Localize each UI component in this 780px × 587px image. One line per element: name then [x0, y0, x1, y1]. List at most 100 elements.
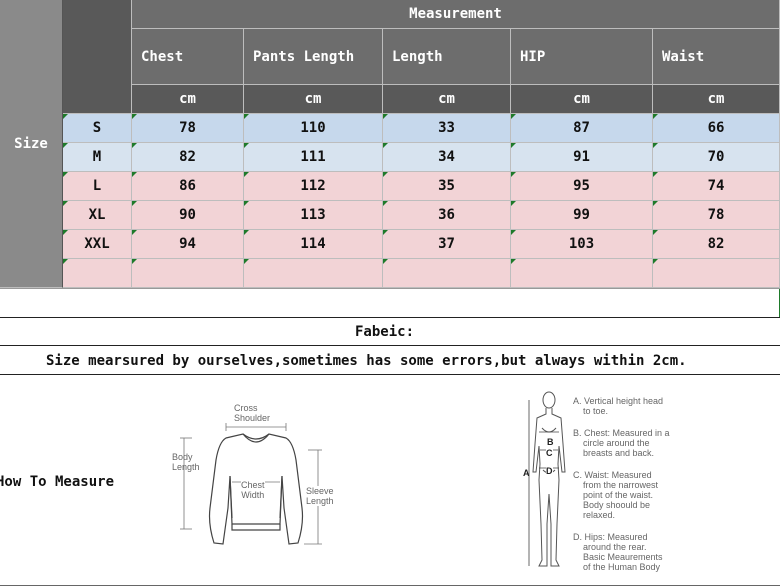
measurement-note: Size mearsured by ourselves,sometimes ha… [46, 353, 687, 369]
empty-band [0, 289, 780, 317]
marker-d: D [546, 466, 553, 476]
value-cell-text: 37 [438, 236, 455, 252]
column-header: Waist [653, 29, 780, 85]
size-cell-text: S [92, 120, 102, 136]
value-cell-text: 94 [179, 236, 196, 252]
value-cell: 82 [653, 230, 780, 259]
column-header: Length [383, 29, 511, 85]
value-cell: 37 [383, 230, 511, 259]
size-cell-text: M [92, 149, 102, 165]
cross-shoulder-label: Cross Shoulder [234, 403, 271, 423]
unit-cell: cm [653, 85, 780, 114]
note-a: A. Vertical height head to toe. [573, 396, 664, 416]
value-cell-text: 82 [707, 236, 725, 252]
size-cell-text: XXL [84, 236, 110, 252]
measurement-label: Measurement [409, 6, 502, 22]
note-d: D. Hips: Measured around the rear. Basic… [573, 532, 663, 572]
value-cell: 78 [132, 114, 244, 143]
value-cell-text: 82 [179, 149, 196, 165]
unit-cell-text: cm [438, 91, 455, 107]
value-cell: 112 [244, 172, 383, 201]
size-label: Size [14, 135, 48, 152]
column-header-text: Pants Length [253, 48, 355, 65]
value-cell-text: 91 [573, 149, 590, 165]
value-cell: 99 [511, 201, 653, 230]
value-cell: 103 [511, 230, 653, 259]
value-cell-text: 90 [179, 207, 196, 223]
size-cell-text: XL [88, 207, 106, 223]
value-cell-text: 66 [707, 120, 725, 136]
value-cell: 114 [244, 230, 383, 259]
size-cell: XXL [63, 230, 132, 259]
marker-a: A [523, 468, 530, 478]
column-header: Pants Length [244, 29, 383, 85]
unit-cell-text: cm [707, 91, 725, 107]
value-cell: 66 [653, 114, 780, 143]
value-cell: 110 [244, 114, 383, 143]
value-cell-text: 33 [438, 120, 455, 136]
value-cell-text: 87 [573, 120, 590, 136]
value-cell [383, 259, 511, 288]
value-cell-text: 114 [300, 236, 326, 252]
value-cell [511, 259, 653, 288]
unit-cell-text: cm [573, 91, 590, 107]
sleeve-length-label: Sleeve Length [306, 486, 334, 506]
column-header: Chest [132, 29, 244, 85]
size-cell-text: L [92, 178, 102, 194]
how-to-measure-label: How To Measure [0, 474, 115, 490]
column-header-text: HIP [520, 48, 546, 65]
note-c: C. Waist: Measured from the narrowest po… [573, 470, 659, 520]
column-header-text: Chest [141, 48, 184, 65]
value-cell-text: 86 [179, 178, 196, 194]
divider-3 [0, 345, 780, 346]
value-cell-text: 99 [573, 207, 590, 223]
value-cell: 113 [244, 201, 383, 230]
value-cell: 91 [511, 143, 653, 172]
value-cell: 94 [132, 230, 244, 259]
value-cell-text: 35 [438, 178, 455, 194]
value-cell-text: 78 [707, 207, 725, 223]
value-cell: 111 [244, 143, 383, 172]
unit-cell-text: cm [304, 91, 322, 107]
unit-cell-text: cm [179, 91, 196, 107]
unit-cell: cm [132, 85, 244, 114]
value-cell: 87 [511, 114, 653, 143]
value-cell-text: 78 [179, 120, 196, 136]
note-b: B. Chest: Measured in a circle around th… [573, 428, 670, 458]
value-cell: 34 [383, 143, 511, 172]
size-col-header [63, 0, 132, 114]
body-length-label: Body Length [172, 452, 200, 472]
unit-cell: cm [511, 85, 653, 114]
value-cell-text: 70 [707, 149, 725, 165]
chest-width-label: Chest Width [241, 480, 265, 500]
divider-2 [0, 317, 780, 318]
size-cell: L [63, 172, 132, 201]
unit-cell: cm [383, 85, 511, 114]
fabric-label: Fabeic: [355, 324, 415, 340]
value-cell-text: 111 [300, 149, 326, 165]
marker-b: B [547, 437, 554, 447]
body-figure: A B C D A. Vertical height head to toe. … [515, 384, 680, 579]
value-cell: 78 [653, 201, 780, 230]
size-cell: S [63, 114, 132, 143]
value-cell: 33 [383, 114, 511, 143]
value-cell-text: 36 [438, 207, 455, 223]
value-cell: 82 [132, 143, 244, 172]
column-header-text: Length [392, 48, 443, 65]
size-header: Size [0, 0, 63, 288]
value-cell [132, 259, 244, 288]
unit-cell: cm [244, 85, 383, 114]
size-cell [63, 259, 132, 288]
value-cell: 70 [653, 143, 780, 172]
value-cell-text: 34 [438, 149, 455, 165]
column-header-text: Waist [662, 48, 705, 65]
measurement-header: Measurement [132, 0, 780, 29]
value-cell: 86 [132, 172, 244, 201]
value-cell-text: 112 [300, 178, 326, 194]
value-cell-text: 95 [573, 178, 590, 194]
column-header: HIP [511, 29, 653, 85]
value-cell [244, 259, 383, 288]
value-cell-text: 103 [568, 236, 595, 252]
sweater-figure: Cross Shoulder Body Length Chest Width S… [168, 398, 358, 558]
value-cell-text: 74 [707, 178, 725, 194]
